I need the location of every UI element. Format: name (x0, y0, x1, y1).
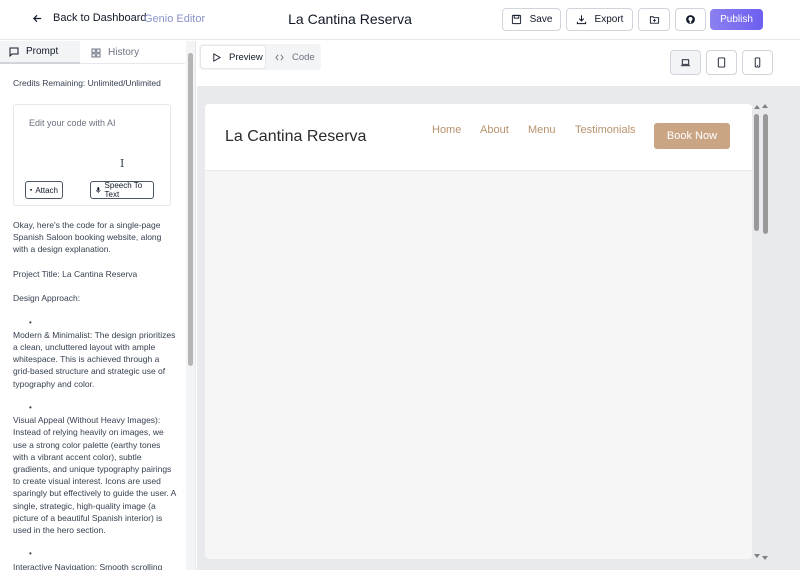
tab-prompt[interactable]: Prompt (0, 41, 80, 64)
tablet-icon (717, 57, 726, 68)
microphone-icon (96, 187, 101, 193)
preview-canvas: La Cantina Reserva Home About Menu Testi… (197, 86, 800, 570)
laptop-icon (680, 59, 691, 67)
tablet-view-button[interactable] (706, 50, 737, 75)
desktop-view-button[interactable] (670, 50, 701, 75)
save-button[interactable]: Save (502, 8, 561, 31)
tab-preview[interactable]: Preview (200, 45, 266, 69)
attach-button[interactable]: Attach (25, 181, 63, 199)
speech-to-text-button[interactable]: Speech To Text (90, 181, 154, 199)
github-icon (686, 15, 695, 24)
mobile-view-button[interactable] (742, 50, 773, 75)
nav-link-testimonials[interactable]: Testimonials (575, 124, 636, 136)
nav-link-menu[interactable]: Menu (528, 124, 556, 136)
panel-scrollbar[interactable] (186, 41, 195, 570)
scroll-up-arrow-icon[interactable] (762, 104, 768, 108)
response-bullet: Modern & Minimalist: The design prioriti… (13, 329, 176, 389)
github-button[interactable] (675, 8, 706, 31)
code-icon (275, 54, 284, 60)
frame-scrollbar-thumb[interactable] (754, 114, 759, 231)
chat-icon (9, 47, 19, 57)
response-approach-heading: Design Approach: (13, 293, 81, 304)
mobile-icon (754, 57, 761, 68)
publish-button[interactable]: Publish (710, 9, 763, 30)
view-tabs: Preview Code (199, 44, 321, 70)
bullet-marker: • (29, 317, 32, 327)
image-icon (30, 189, 33, 191)
prompt-input[interactable]: Edit your code with AI I Attach Speech T… (13, 104, 171, 206)
preview-scrollbar[interactable] (762, 104, 770, 560)
response-intro: Okay, here's the code for a single-page … (13, 220, 162, 255)
text-cursor-icon: I (120, 157, 125, 170)
prompt-placeholder: Edit your code with AI (29, 118, 116, 128)
tab-prompt-label: Prompt (26, 46, 59, 57)
tab-history-label: History (108, 47, 140, 58)
attach-label: Attach (35, 185, 58, 195)
preview-frame[interactable]: La Cantina Reserva Home About Menu Testi… (205, 104, 752, 559)
preview-scrollbar-thumb[interactable] (763, 114, 768, 234)
ai-response: Okay, here's the code for a single-page … (13, 219, 176, 570)
bullet-marker: • (29, 402, 32, 412)
panel-tabs: Prompt History (0, 41, 185, 64)
scroll-up-arrow-icon[interactable] (754, 105, 760, 109)
tab-code-label: Code (292, 51, 315, 63)
tab-code[interactable]: Code (275, 44, 315, 70)
nav-link-about[interactable]: About (480, 124, 509, 136)
credits-text: Credits Remaining: Unlimited/Unlimited (13, 78, 161, 88)
speech-label: Speech To Text (104, 181, 143, 199)
save-label: Save (529, 14, 553, 25)
play-icon (213, 52, 221, 62)
book-now-button[interactable]: Book Now (654, 123, 730, 149)
add-folder-button[interactable] (638, 8, 670, 31)
download-icon (576, 15, 586, 25)
top-bar: Back to Dashboard Genio Editor La Cantin… (0, 0, 800, 40)
site-navbar: La Cantina Reserva Home About Menu Testi… (205, 104, 752, 171)
prompt-panel: Prompt History Credits Remaining: Unlimi… (0, 41, 196, 570)
export-label: Export (594, 14, 624, 25)
scroll-down-arrow-icon[interactable] (762, 556, 768, 560)
folder-plus-icon (649, 16, 659, 24)
tab-preview-label: Preview (229, 51, 263, 63)
response-bullet: Visual Appeal (Without Heavy Images): In… (13, 415, 176, 536)
response-project-title: Project Title: La Cantina Reserva (13, 268, 138, 279)
response-bullet: Interactive Navigation: Smooth scrolling (13, 561, 163, 570)
export-button[interactable]: Export (566, 8, 633, 31)
panel-scrollbar-thumb[interactable] (188, 53, 193, 366)
nav-link-home[interactable]: Home (432, 124, 461, 136)
bullet-marker: • (29, 549, 32, 559)
site-title: La Cantina Reserva (225, 128, 367, 145)
scroll-down-arrow-icon[interactable] (754, 554, 760, 558)
grid-icon (91, 48, 101, 57)
tab-history[interactable]: History (82, 41, 139, 64)
save-icon (511, 14, 521, 25)
